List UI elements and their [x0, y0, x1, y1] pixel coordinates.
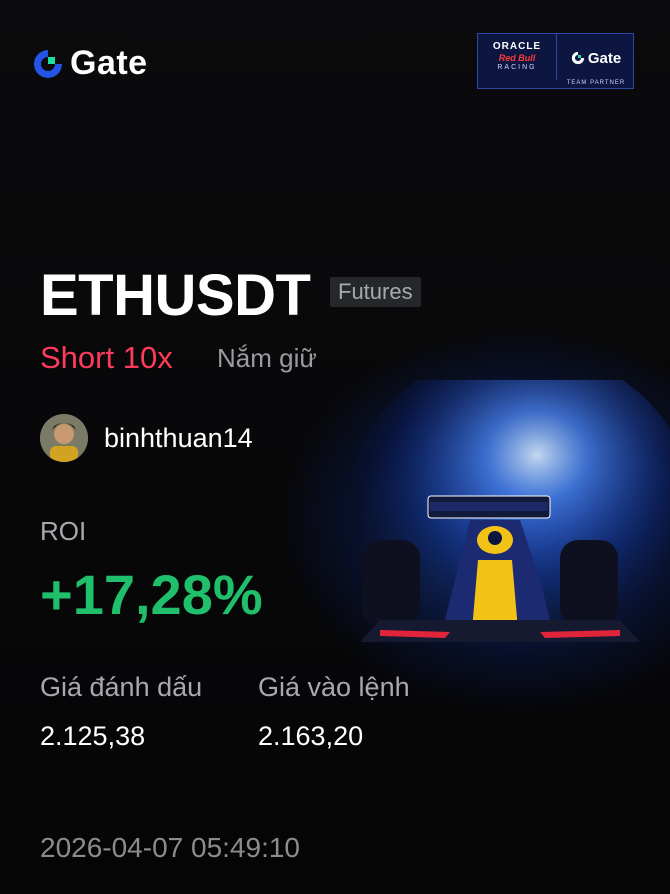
brand-name: Gate: [70, 44, 148, 82]
entry-price-label: Giá vào lệnh: [258, 672, 410, 702]
position-direction: Short 10x: [40, 340, 173, 375]
partner-gate-text: Gate: [587, 49, 622, 67]
position-status: Nắm giữ: [217, 343, 317, 373]
race-car-illustration: [350, 380, 670, 650]
roi-label: ROI: [40, 516, 87, 546]
oracle-redbull-logo: ORACLE Red Bull RACING: [478, 34, 557, 80]
trading-pair: ETHUSDT: [40, 263, 311, 328]
gate-logo-icon: [571, 51, 584, 65]
avatar: [40, 414, 88, 462]
team-partner-text: TEAM PARTNER: [566, 80, 626, 86]
user-avatar-icon: [40, 414, 88, 462]
entry-price-value: 2.163,20: [258, 721, 364, 751]
oracle-text: ORACLE: [492, 41, 542, 52]
mark-price-value: 2.125,38: [40, 721, 146, 751]
username: binhthuan14: [104, 423, 253, 453]
gate-logo-icon: [34, 49, 62, 78]
partner-gate-logo: Gate: [558, 40, 634, 76]
mark-price-label: Giá đánh dấu: [40, 672, 203, 702]
team-partner-badge: ORACLE Red Bull RACING Gate TEAM PARTNER: [477, 33, 634, 89]
roi-value: +17,28%: [40, 563, 263, 626]
redbull-text: Red Bull: [498, 53, 536, 63]
racing-text: RACING: [497, 64, 537, 71]
share-card: Gate ORACLE Red Bull RACING Gate TEAM PA…: [0, 0, 670, 894]
brand-logo: Gate: [32, 44, 148, 83]
market-type-badge: Futures: [330, 277, 421, 307]
timestamp: 2026-04-07 05:49:10: [40, 832, 300, 863]
